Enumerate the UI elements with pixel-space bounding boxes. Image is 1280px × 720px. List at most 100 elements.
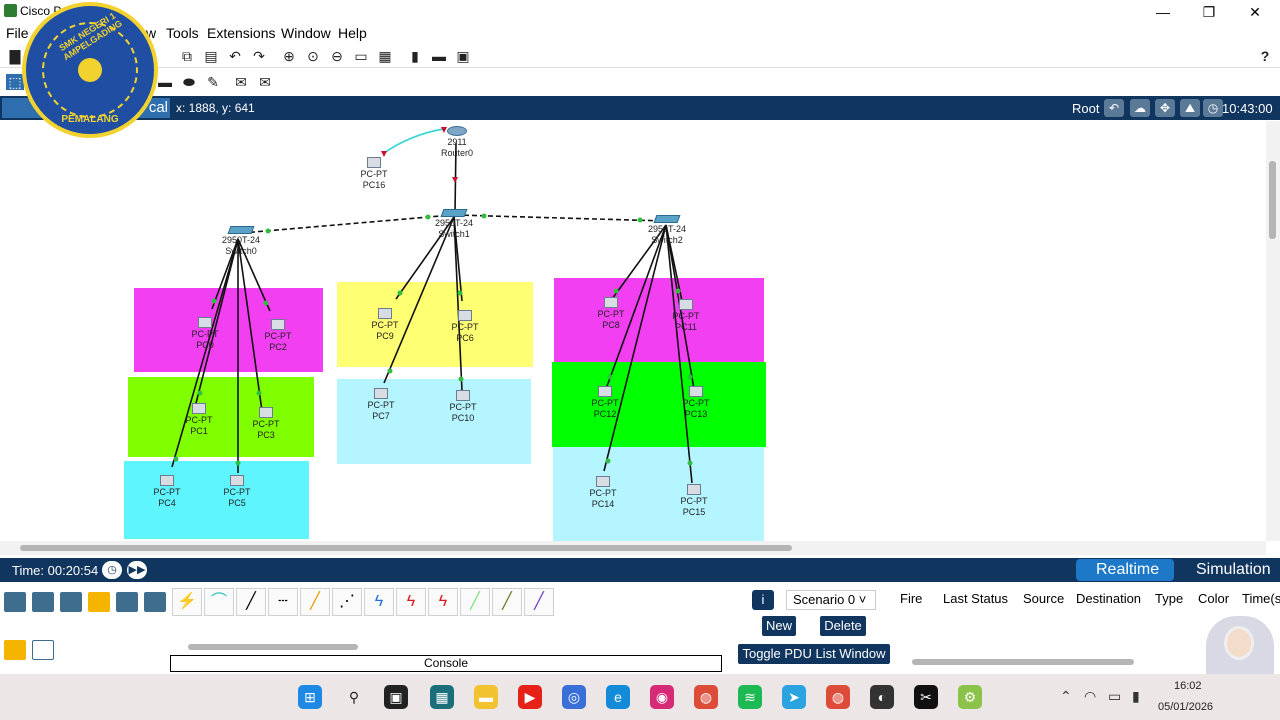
- drawing-palette-icon[interactable]: ▭: [352, 48, 370, 64]
- end-devices-icon[interactable]: [32, 592, 54, 612]
- device-pc15[interactable]: PC-PT PC15: [664, 484, 724, 518]
- network-devices-icon[interactable]: [4, 592, 26, 612]
- octal-cable-icon[interactable]: ╱: [460, 588, 490, 616]
- obs-icon[interactable]: ◐: [870, 685, 894, 709]
- horizontal-scroll-thumb[interactable]: [20, 545, 792, 551]
- scenario-select[interactable]: Scenario 0 ˅: [786, 590, 876, 610]
- spotify-icon[interactable]: ≋: [738, 685, 762, 709]
- chrome-icon[interactable]: ◍: [694, 685, 718, 709]
- auto-connection-icon[interactable]: ⚡: [172, 588, 202, 616]
- device-pc8[interactable]: PC-PT PC8: [581, 297, 641, 331]
- back-icon[interactable]: ↶: [1104, 99, 1124, 117]
- search-icon[interactable]: ⚲: [342, 685, 366, 709]
- custom-device-icon[interactable]: ▦: [376, 48, 394, 64]
- logical-workspace[interactable]: 2911 Router0 PC-PT PC16 2950T-24 Switch0 29…: [0, 121, 1266, 541]
- environment-icon[interactable]: ⛰: [1180, 99, 1200, 117]
- device-pc9[interactable]: PC-PT PC9: [355, 308, 415, 342]
- add-simple-pdu-icon[interactable]: ✉: [232, 74, 250, 90]
- device-pc11[interactable]: PC-PT PC11: [656, 299, 716, 333]
- device-pc14[interactable]: PC-PT PC14: [573, 476, 633, 510]
- connections-subtype-icon[interactable]: [4, 640, 26, 660]
- device-list-icon[interactable]: ▬: [430, 48, 448, 64]
- ellipse-icon[interactable]: ⬬: [180, 74, 198, 90]
- rectangle-icon[interactable]: ▬: [156, 74, 174, 90]
- simulation-mode-button[interactable]: Simulation: [1176, 559, 1280, 581]
- menu-window[interactable]: Window: [281, 25, 331, 41]
- horizontal-scrollbar[interactable]: [0, 541, 1266, 555]
- straight-through-cable-icon[interactable]: ╱: [236, 588, 266, 616]
- capcut-icon[interactable]: ✂: [914, 685, 938, 709]
- device-switch1[interactable]: 2950T-24 Switch1: [424, 209, 484, 240]
- device-pc6[interactable]: PC-PT PC6: [435, 310, 495, 344]
- freeform-icon[interactable]: ✎: [204, 74, 222, 90]
- cloud-icon[interactable]: ☁: [1130, 99, 1150, 117]
- menu-help[interactable]: Help: [338, 25, 367, 41]
- fast-forward-icon[interactable]: ▶▶: [127, 561, 147, 579]
- microphone-icon[interactable]: ▮: [1132, 688, 1140, 705]
- chrome-profile-icon[interactable]: ◍: [826, 685, 850, 709]
- vertical-scrollbar[interactable]: [1266, 121, 1280, 541]
- zoom-in-icon[interactable]: ⊕: [280, 48, 298, 64]
- power-cycle-icon[interactable]: ◷: [102, 561, 122, 579]
- serial-dce-icon[interactable]: ϟ: [396, 588, 426, 616]
- grid-icon[interactable]: [32, 640, 54, 660]
- paste-icon[interactable]: ▤: [202, 48, 220, 64]
- zoom-reset-icon[interactable]: ⊙: [304, 48, 322, 64]
- move-icon[interactable]: ✥: [1155, 99, 1175, 117]
- iot-custom-cable-icon[interactable]: ╱: [492, 588, 522, 616]
- wifi-icon[interactable]: ◠: [1084, 688, 1096, 705]
- device-pc3[interactable]: PC-PT PC3: [236, 407, 296, 441]
- notes-icon[interactable]: ▮: [406, 48, 424, 64]
- telegram-icon[interactable]: ➤: [782, 685, 806, 709]
- edge-icon[interactable]: e: [606, 685, 630, 709]
- device-switch0[interactable]: 2950T-24 Switch0: [211, 226, 271, 257]
- vpn-icon[interactable]: ◎: [562, 685, 586, 709]
- maximize-button[interactable]: ❐: [1186, 2, 1232, 22]
- clock-icon[interactable]: ◷: [1203, 99, 1223, 117]
- miscellaneous-icon[interactable]: [116, 592, 138, 612]
- device-switch2[interactable]: 2950T-24 Switch2: [637, 215, 697, 246]
- packet-tracer-icon[interactable]: ⚙: [958, 685, 982, 709]
- multiuser-icon[interactable]: [144, 592, 166, 612]
- device-pc7[interactable]: PC-PT PC7: [351, 388, 411, 422]
- menu-file[interactable]: File: [6, 25, 29, 41]
- realtime-mode-button[interactable]: Realtime: [1076, 559, 1174, 581]
- phone-cable-icon[interactable]: ⋰: [332, 588, 362, 616]
- widgets-icon[interactable]: ▦: [430, 685, 454, 709]
- device-pc12[interactable]: PC-PT PC12: [575, 386, 635, 420]
- help-icon[interactable]: ?: [1256, 48, 1274, 64]
- coaxial-cable-icon[interactable]: ϟ: [364, 588, 394, 616]
- zoom-out-icon[interactable]: ⊖: [328, 48, 346, 64]
- toggle-pdu-list-button[interactable]: Toggle PDU List Window: [738, 644, 890, 664]
- device-pc5[interactable]: PC-PT PC5: [207, 475, 267, 509]
- instagram-icon[interactable]: ◉: [650, 685, 674, 709]
- menu-extensions[interactable]: Extensions: [207, 25, 275, 41]
- tray-chevron-icon[interactable]: ⌃: [1060, 688, 1072, 705]
- close-button[interactable]: ✕: [1232, 2, 1278, 22]
- device-router0[interactable]: 2911 Router0: [427, 126, 487, 159]
- info-icon[interactable]: i: [752, 590, 774, 610]
- file-explorer-icon[interactable]: ▬: [474, 685, 498, 709]
- device-pc16[interactable]: PC-PT PC16: [344, 157, 404, 191]
- connections-scroll-thumb[interactable]: [188, 644, 358, 650]
- new-file-icon[interactable]: ▇: [6, 48, 24, 64]
- undo-icon[interactable]: ↶: [226, 48, 244, 64]
- root-label[interactable]: Root: [1072, 101, 1099, 116]
- components-icon[interactable]: [60, 592, 82, 612]
- fiber-cable-icon[interactable]: ╱: [300, 588, 330, 616]
- device-pc0[interactable]: PC-PT PC0: [175, 317, 235, 351]
- delete-scenario-button[interactable]: Delete: [820, 616, 866, 636]
- device-pc2[interactable]: PC-PT PC2: [248, 319, 308, 353]
- usb-cable-icon[interactable]: ╱: [524, 588, 554, 616]
- image-icon[interactable]: ▣: [454, 48, 472, 64]
- select-icon[interactable]: ⬚: [6, 74, 24, 90]
- copy-icon[interactable]: ⧉: [178, 48, 196, 64]
- device-pc13[interactable]: PC-PT PC13: [666, 386, 726, 420]
- console-cable-icon[interactable]: ⌒: [204, 588, 234, 616]
- device-pc4[interactable]: PC-PT PC4: [137, 475, 197, 509]
- crossover-cable-icon[interactable]: ┄: [268, 588, 298, 616]
- device-pc10[interactable]: PC-PT PC10: [433, 390, 493, 424]
- new-scenario-button[interactable]: New: [762, 616, 796, 636]
- menu-tools[interactable]: Tools: [166, 25, 199, 41]
- device-pc1[interactable]: PC-PT PC1: [169, 403, 229, 437]
